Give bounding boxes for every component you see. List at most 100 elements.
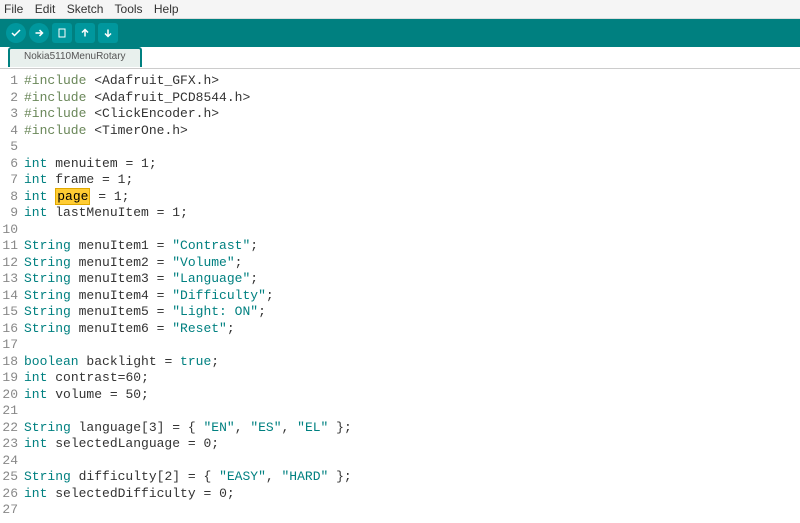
line-number: 5 bbox=[0, 139, 24, 156]
code-line[interactable]: 3#include <ClickEncoder.h> bbox=[0, 106, 800, 123]
code-content[interactable] bbox=[24, 222, 800, 239]
line-number: 21 bbox=[0, 403, 24, 420]
code-content[interactable]: #include <ClickEncoder.h> bbox=[24, 106, 800, 123]
line-number: 6 bbox=[0, 156, 24, 173]
menu-help[interactable]: Help bbox=[154, 2, 179, 16]
line-number: 4 bbox=[0, 123, 24, 140]
menu-tools[interactable]: Tools bbox=[115, 2, 143, 16]
code-content[interactable] bbox=[24, 403, 800, 420]
code-content[interactable]: int lastMenuItem = 1; bbox=[24, 205, 800, 222]
code-content[interactable]: String difficulty[2] = { "EASY", "HARD" … bbox=[24, 469, 800, 486]
code-line[interactable]: 12String menuItem2 = "Volume"; bbox=[0, 255, 800, 272]
code-content[interactable]: String menuItem3 = "Language"; bbox=[24, 271, 800, 288]
code-line[interactable]: 20int volume = 50; bbox=[0, 387, 800, 404]
line-number: 22 bbox=[0, 420, 24, 437]
code-line[interactable]: 19int contrast=60; bbox=[0, 370, 800, 387]
code-line[interactable]: 14String menuItem4 = "Difficulty"; bbox=[0, 288, 800, 305]
line-number: 24 bbox=[0, 453, 24, 470]
line-number: 23 bbox=[0, 436, 24, 453]
code-content[interactable]: int menuitem = 1; bbox=[24, 156, 800, 173]
code-content[interactable]: int selectedDifficulty = 0; bbox=[24, 486, 800, 503]
line-number: 7 bbox=[0, 172, 24, 189]
code-content[interactable]: int contrast=60; bbox=[24, 370, 800, 387]
line-number: 20 bbox=[0, 387, 24, 404]
code-line[interactable]: 27 bbox=[0, 502, 800, 519]
code-content[interactable]: int volume = 50; bbox=[24, 387, 800, 404]
tabbar: Nokia5110MenuRotary bbox=[0, 47, 800, 69]
code-line[interactable]: 1#include <Adafruit_GFX.h> bbox=[0, 73, 800, 90]
code-content[interactable] bbox=[24, 337, 800, 354]
arrow-right-icon bbox=[33, 27, 45, 39]
code-line[interactable]: 6int menuitem = 1; bbox=[0, 156, 800, 173]
line-number: 8 bbox=[0, 189, 24, 206]
line-number: 26 bbox=[0, 486, 24, 503]
line-number: 14 bbox=[0, 288, 24, 305]
code-content[interactable]: #include <TimerOne.h> bbox=[24, 123, 800, 140]
tab-sketch[interactable]: Nokia5110MenuRotary bbox=[8, 47, 142, 67]
code-line[interactable]: 13String menuItem3 = "Language"; bbox=[0, 271, 800, 288]
line-number: 3 bbox=[0, 106, 24, 123]
line-number: 27 bbox=[0, 502, 24, 519]
code-content[interactable]: String language[3] = { "EN", "ES", "EL" … bbox=[24, 420, 800, 437]
code-content[interactable] bbox=[24, 139, 800, 156]
upload-button[interactable] bbox=[29, 23, 49, 43]
verify-button[interactable] bbox=[6, 23, 26, 43]
code-content[interactable]: String menuItem5 = "Light: ON"; bbox=[24, 304, 800, 321]
code-line[interactable]: 23int selectedLanguage = 0; bbox=[0, 436, 800, 453]
code-content[interactable] bbox=[24, 502, 800, 519]
code-line[interactable]: 9int lastMenuItem = 1; bbox=[0, 205, 800, 222]
file-icon bbox=[56, 27, 68, 39]
line-number: 15 bbox=[0, 304, 24, 321]
line-number: 16 bbox=[0, 321, 24, 338]
code-content[interactable]: int selectedLanguage = 0; bbox=[24, 436, 800, 453]
code-content[interactable]: int page = 1; bbox=[24, 189, 800, 206]
code-content[interactable]: String menuItem1 = "Contrast"; bbox=[24, 238, 800, 255]
line-number: 9 bbox=[0, 205, 24, 222]
arrow-down-icon bbox=[102, 27, 114, 39]
code-line[interactable]: 11String menuItem1 = "Contrast"; bbox=[0, 238, 800, 255]
code-line[interactable]: 21 bbox=[0, 403, 800, 420]
code-line[interactable]: 5 bbox=[0, 139, 800, 156]
arrow-up-icon bbox=[79, 27, 91, 39]
line-number: 13 bbox=[0, 271, 24, 288]
code-line[interactable]: 18boolean backlight = true; bbox=[0, 354, 800, 371]
line-number: 11 bbox=[0, 238, 24, 255]
code-line[interactable]: 2#include <Adafruit_PCD8544.h> bbox=[0, 90, 800, 107]
check-icon bbox=[10, 27, 22, 39]
code-content[interactable]: int frame = 1; bbox=[24, 172, 800, 189]
menu-edit[interactable]: Edit bbox=[35, 2, 56, 16]
code-content[interactable]: #include <Adafruit_PCD8544.h> bbox=[24, 90, 800, 107]
line-number: 1 bbox=[0, 73, 24, 90]
line-number: 18 bbox=[0, 354, 24, 371]
code-line[interactable]: 16String menuItem6 = "Reset"; bbox=[0, 321, 800, 338]
line-number: 12 bbox=[0, 255, 24, 272]
code-line[interactable]: 24 bbox=[0, 453, 800, 470]
menu-file[interactable]: File bbox=[4, 2, 23, 16]
line-number: 17 bbox=[0, 337, 24, 354]
code-content[interactable]: String menuItem4 = "Difficulty"; bbox=[24, 288, 800, 305]
line-number: 10 bbox=[0, 222, 24, 239]
code-content[interactable]: String menuItem2 = "Volume"; bbox=[24, 255, 800, 272]
code-line[interactable]: 7int frame = 1; bbox=[0, 172, 800, 189]
line-number: 2 bbox=[0, 90, 24, 107]
save-button[interactable] bbox=[98, 23, 118, 43]
code-line[interactable]: 4#include <TimerOne.h> bbox=[0, 123, 800, 140]
line-number: 25 bbox=[0, 469, 24, 486]
new-button[interactable] bbox=[52, 23, 72, 43]
menu-sketch[interactable]: Sketch bbox=[67, 2, 104, 16]
code-line[interactable]: 17 bbox=[0, 337, 800, 354]
code-line[interactable]: 26int selectedDifficulty = 0; bbox=[0, 486, 800, 503]
code-content[interactable]: boolean backlight = true; bbox=[24, 354, 800, 371]
code-line[interactable]: 25String difficulty[2] = { "EASY", "HARD… bbox=[0, 469, 800, 486]
code-content[interactable] bbox=[24, 453, 800, 470]
code-content[interactable]: #include <Adafruit_GFX.h> bbox=[24, 73, 800, 90]
code-line[interactable]: 15String menuItem5 = "Light: ON"; bbox=[0, 304, 800, 321]
code-line[interactable]: 10 bbox=[0, 222, 800, 239]
toolbar bbox=[0, 19, 800, 47]
line-number: 19 bbox=[0, 370, 24, 387]
code-content[interactable]: String menuItem6 = "Reset"; bbox=[24, 321, 800, 338]
code-line[interactable]: 8int page = 1; bbox=[0, 189, 800, 206]
open-button[interactable] bbox=[75, 23, 95, 43]
code-editor[interactable]: 1#include <Adafruit_GFX.h>2#include <Ada… bbox=[0, 69, 800, 523]
code-line[interactable]: 22String language[3] = { "EN", "ES", "EL… bbox=[0, 420, 800, 437]
